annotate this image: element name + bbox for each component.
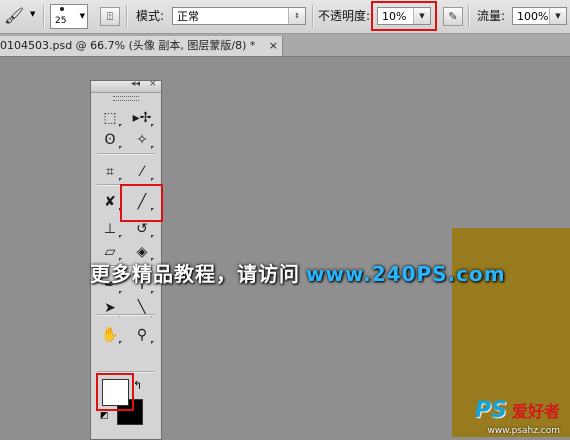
flow-value: 100%	[517, 10, 549, 23]
watermark-banner: 更多精品教程，请访问 www.240PS.com	[90, 258, 506, 287]
pen-pressure-icon: ✎	[448, 10, 458, 23]
logo-url-text: www.psahz.com	[487, 426, 560, 436]
flow-label: 流量:	[477, 9, 506, 23]
close-panel-icon[interactable]: ×	[149, 79, 157, 89]
brush-size-picker[interactable]: 25 ▼	[50, 4, 88, 29]
brush-tip-dot-icon	[60, 7, 64, 11]
hand-tool-icon[interactable]: ✋	[97, 324, 123, 346]
zoom-tool-icon[interactable]: ⚲	[129, 324, 155, 346]
close-tab-icon[interactable]: ×	[269, 36, 278, 56]
move-tool-icon[interactable]: ▸✢	[129, 107, 155, 129]
collapse-panel-icon[interactable]: ◂◂	[131, 79, 140, 89]
mode-select[interactable]: 正常 ⇕	[172, 7, 306, 25]
panel-grip[interactable]	[113, 96, 139, 101]
brush-preset-icon[interactable]: 🖌	[4, 6, 24, 25]
flow-dropdown-icon[interactable]: ▼	[549, 8, 566, 24]
document-tab-title: 0104503.psd @ 66.7% (头像 副本, 图层蒙版/8) *	[0, 39, 256, 52]
swap-colors-icon[interactable]: ↰	[133, 379, 142, 392]
site-logo: PS 爱好者 www.psahz.com	[474, 398, 560, 436]
options-bar: 🖌 ▼ 25 ▼ ⍐ 模式: 正常 ⇕ 不透明度: 10% ▼ ✎ 流量: 10…	[0, 0, 570, 34]
flow-input[interactable]: 100% ▼	[512, 7, 567, 25]
eyedropper-tool-icon[interactable]: ⁄	[129, 161, 155, 183]
brush-size-dropdown-icon[interactable]: ▼	[80, 12, 85, 20]
logo-cn-text: 爱好者	[511, 402, 560, 421]
mode-value: 正常	[177, 10, 199, 23]
opacity-highlight-box	[371, 1, 437, 31]
mode-select-arrows-icon: ⇕	[288, 8, 305, 24]
brush-panel-toggle-button[interactable]: ⍐	[100, 7, 120, 26]
tools-separator	[97, 314, 155, 316]
document-tab-bar: 0104503.psd @ 66.7% (头像 副本, 图层蒙版/8) * ×	[0, 34, 570, 57]
brush-size-value: 25	[55, 16, 67, 26]
tools-panel-header[interactable]: ◂◂ ×	[91, 79, 161, 93]
lasso-tool-icon[interactable]: ʘ	[97, 129, 123, 151]
crop-tool-icon[interactable]: ⌗	[97, 161, 123, 183]
pressure-opacity-button[interactable]: ✎	[443, 7, 463, 26]
tools-separator	[97, 153, 155, 155]
opacity-label: 不透明度:	[318, 9, 371, 23]
default-colors-icon[interactable]: ◩	[100, 411, 109, 421]
brush-tool-highlight-box	[120, 184, 163, 222]
brush-panel-icon: ⍐	[106, 10, 114, 23]
mode-label: 模式:	[136, 9, 165, 23]
document-tab[interactable]: 0104503.psd @ 66.7% (头像 副本, 图层蒙版/8) * ×	[0, 36, 283, 56]
logo-ps-text: PS	[474, 398, 507, 423]
magic-wand-tool-icon[interactable]: ✧	[129, 129, 155, 151]
brush-preset-dropdown-icon[interactable]: ▼	[30, 10, 35, 18]
color-swatch-highlight-box	[96, 373, 134, 411]
marquee-tool-icon[interactable]: ⬚	[97, 107, 123, 129]
watermark-url: www.240PS.com	[306, 262, 506, 286]
watermark-text: 更多精品教程，请访问	[90, 262, 300, 286]
